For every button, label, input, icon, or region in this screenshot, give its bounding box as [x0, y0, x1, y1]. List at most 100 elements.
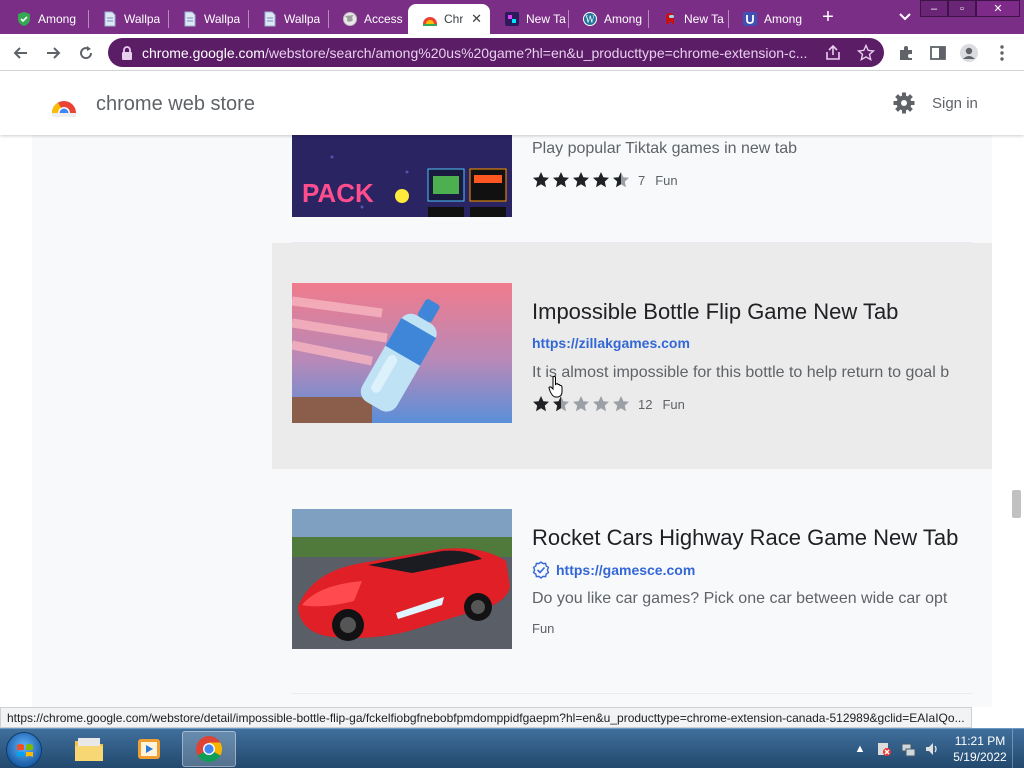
windows-logo-icon	[17, 744, 33, 757]
result-category: Fun	[532, 621, 555, 636]
scrollbar-thumb[interactable]	[1012, 490, 1021, 518]
result-thumbnail	[292, 509, 512, 649]
tab-wallpaper-2[interactable]: Wallpa	[168, 4, 248, 34]
verified-badge-icon	[532, 561, 550, 579]
extensions-icon[interactable]	[896, 43, 916, 63]
network-icon[interactable]	[900, 741, 916, 757]
tab-title: Among	[604, 12, 643, 26]
back-button[interactable]	[10, 42, 32, 64]
chrome-web-store-icon	[422, 11, 438, 27]
maximize-button[interactable]: ▫	[948, 0, 976, 17]
among-us-icon	[662, 11, 678, 27]
tab-new-tab-1[interactable]: New Ta	[490, 4, 568, 34]
star-icon	[573, 396, 589, 412]
tab-title: Wallpa	[124, 12, 161, 26]
minimize-button[interactable]: –	[920, 0, 948, 17]
tab-strip: Among Wallpa Wallpa Wallpa Access Chr ✕	[0, 0, 1024, 34]
result-rating: 7 Fun	[532, 171, 678, 189]
globe-icon	[342, 11, 358, 27]
tab-title: Wallpa	[204, 12, 241, 26]
gear-icon[interactable]	[892, 91, 916, 115]
close-tab-icon[interactable]: ✕	[471, 11, 482, 27]
result-divider	[292, 693, 972, 694]
side-panel-icon[interactable]	[928, 43, 948, 63]
tab-title: Wallpa	[284, 12, 321, 26]
profile-avatar-icon[interactable]	[959, 43, 979, 63]
clock-time: 11:21 PM	[954, 734, 1006, 748]
result-thumbnail: PACK	[292, 135, 512, 217]
store-name[interactable]: chrome web store	[96, 93, 255, 116]
result-publisher-url[interactable]: https://gamesce.com	[556, 562, 695, 578]
search-results-area: PACK Play popular Tiktak games in new ta…	[0, 135, 1024, 707]
forward-button[interactable]	[42, 42, 64, 64]
result-title[interactable]: Impossible Bottle Flip Game New Tab	[532, 299, 898, 325]
tab-access[interactable]: Access	[328, 4, 408, 34]
document-icon	[182, 11, 198, 27]
taskbar-chrome[interactable]	[182, 731, 236, 767]
new-tab-button[interactable]: +	[818, 6, 838, 28]
result-description: Do you like car games? Pick one car betw…	[532, 590, 948, 607]
tab-among-u[interactable]: Among	[728, 4, 810, 34]
star-icon	[593, 172, 609, 188]
result-item-rocket-cars[interactable]: Rocket Cars Highway Race Game New Tab ht…	[272, 469, 992, 695]
menu-kebab-icon[interactable]	[992, 43, 1012, 63]
share-icon[interactable]	[824, 44, 842, 62]
close-window-button[interactable]: ✕	[976, 0, 1020, 17]
result-thumbnail	[292, 283, 512, 423]
tab-chrome-web-store[interactable]: Chr ✕	[408, 4, 490, 34]
taskbar-file-explorer[interactable]	[62, 731, 116, 767]
rating-count: 12	[638, 396, 653, 412]
reload-button[interactable]	[75, 42, 97, 64]
tab-among-1[interactable]: Among	[2, 4, 86, 34]
show-desktop-button[interactable]	[1012, 729, 1024, 768]
tab-wallpaper-1[interactable]: Wallpa	[88, 4, 168, 34]
star-icon	[553, 172, 569, 188]
result-publisher-link[interactable]: https://gamesce.com	[532, 561, 695, 579]
folder-icon	[75, 738, 103, 761]
tab-among-wordpress[interactable]: W Among	[568, 4, 648, 34]
link-status-bar: https://chrome.google.com/webstore/detai…	[0, 707, 972, 728]
url-text: chrome.google.com/webstore/search/among%…	[142, 44, 808, 61]
result-item-bottle-flip[interactable]: Impossible Bottle Flip Game New Tab http…	[272, 243, 992, 469]
document-icon	[102, 11, 118, 27]
result-description: It is almost impossible for this bottle …	[532, 364, 950, 381]
u-icon	[742, 11, 758, 27]
page-scrollbar[interactable]	[1008, 135, 1024, 707]
browser-toolbar: chrome.google.com/webstore/search/among%…	[0, 34, 1024, 71]
chrome-icon	[196, 736, 223, 763]
hand-cursor-icon	[548, 376, 563, 398]
star-icon	[533, 172, 549, 188]
bookmark-star-icon[interactable]	[857, 44, 875, 62]
action-center-icon[interactable]	[876, 741, 892, 757]
tab-title: New Ta	[526, 12, 566, 26]
system-tray: ▲ 11:21 PM 5/19/2022	[852, 729, 1024, 768]
thumbnail-pack-text: PACK	[302, 178, 374, 208]
tab-new-tab-2[interactable]: New Ta	[648, 4, 728, 34]
chrome-web-store-logo-icon[interactable]	[51, 91, 77, 117]
tab-title: Among	[764, 12, 803, 26]
tab-wallpaper-3[interactable]: Wallpa	[248, 4, 328, 34]
taskbar-clock[interactable]: 11:21 PM 5/19/2022	[948, 733, 1012, 765]
volume-icon[interactable]	[924, 741, 940, 757]
result-publisher-link[interactable]: https://zillakgames.com	[532, 335, 690, 351]
window-controls: – ▫ ✕	[920, 0, 1020, 17]
forward-arrow-icon	[47, 47, 61, 59]
shield-icon	[16, 11, 32, 27]
rating-count: 7	[638, 172, 646, 188]
tab-title: Chr	[444, 12, 464, 26]
tab-title: Access	[364, 12, 403, 26]
result-category: Fun	[655, 172, 678, 188]
address-bar[interactable]: chrome.google.com/webstore/search/among%…	[108, 38, 884, 67]
store-header: chrome web store Sign in	[0, 71, 1024, 135]
tab-title: Among	[38, 12, 77, 26]
result-description: Play popular Tiktak games in new tab	[532, 140, 798, 157]
sign-in-link[interactable]: Sign in	[932, 95, 978, 112]
result-title[interactable]: Rocket Cars Highway Race Game New Tab	[532, 525, 958, 551]
result-rating: Fun	[532, 621, 554, 636]
taskbar-media-player[interactable]	[122, 731, 176, 767]
show-hidden-icons-icon[interactable]: ▲	[852, 741, 868, 757]
tab-search-chevron-icon[interactable]	[896, 8, 914, 26]
star-icon	[613, 396, 629, 412]
rating-stars	[532, 171, 632, 189]
start-button[interactable]	[6, 732, 42, 768]
